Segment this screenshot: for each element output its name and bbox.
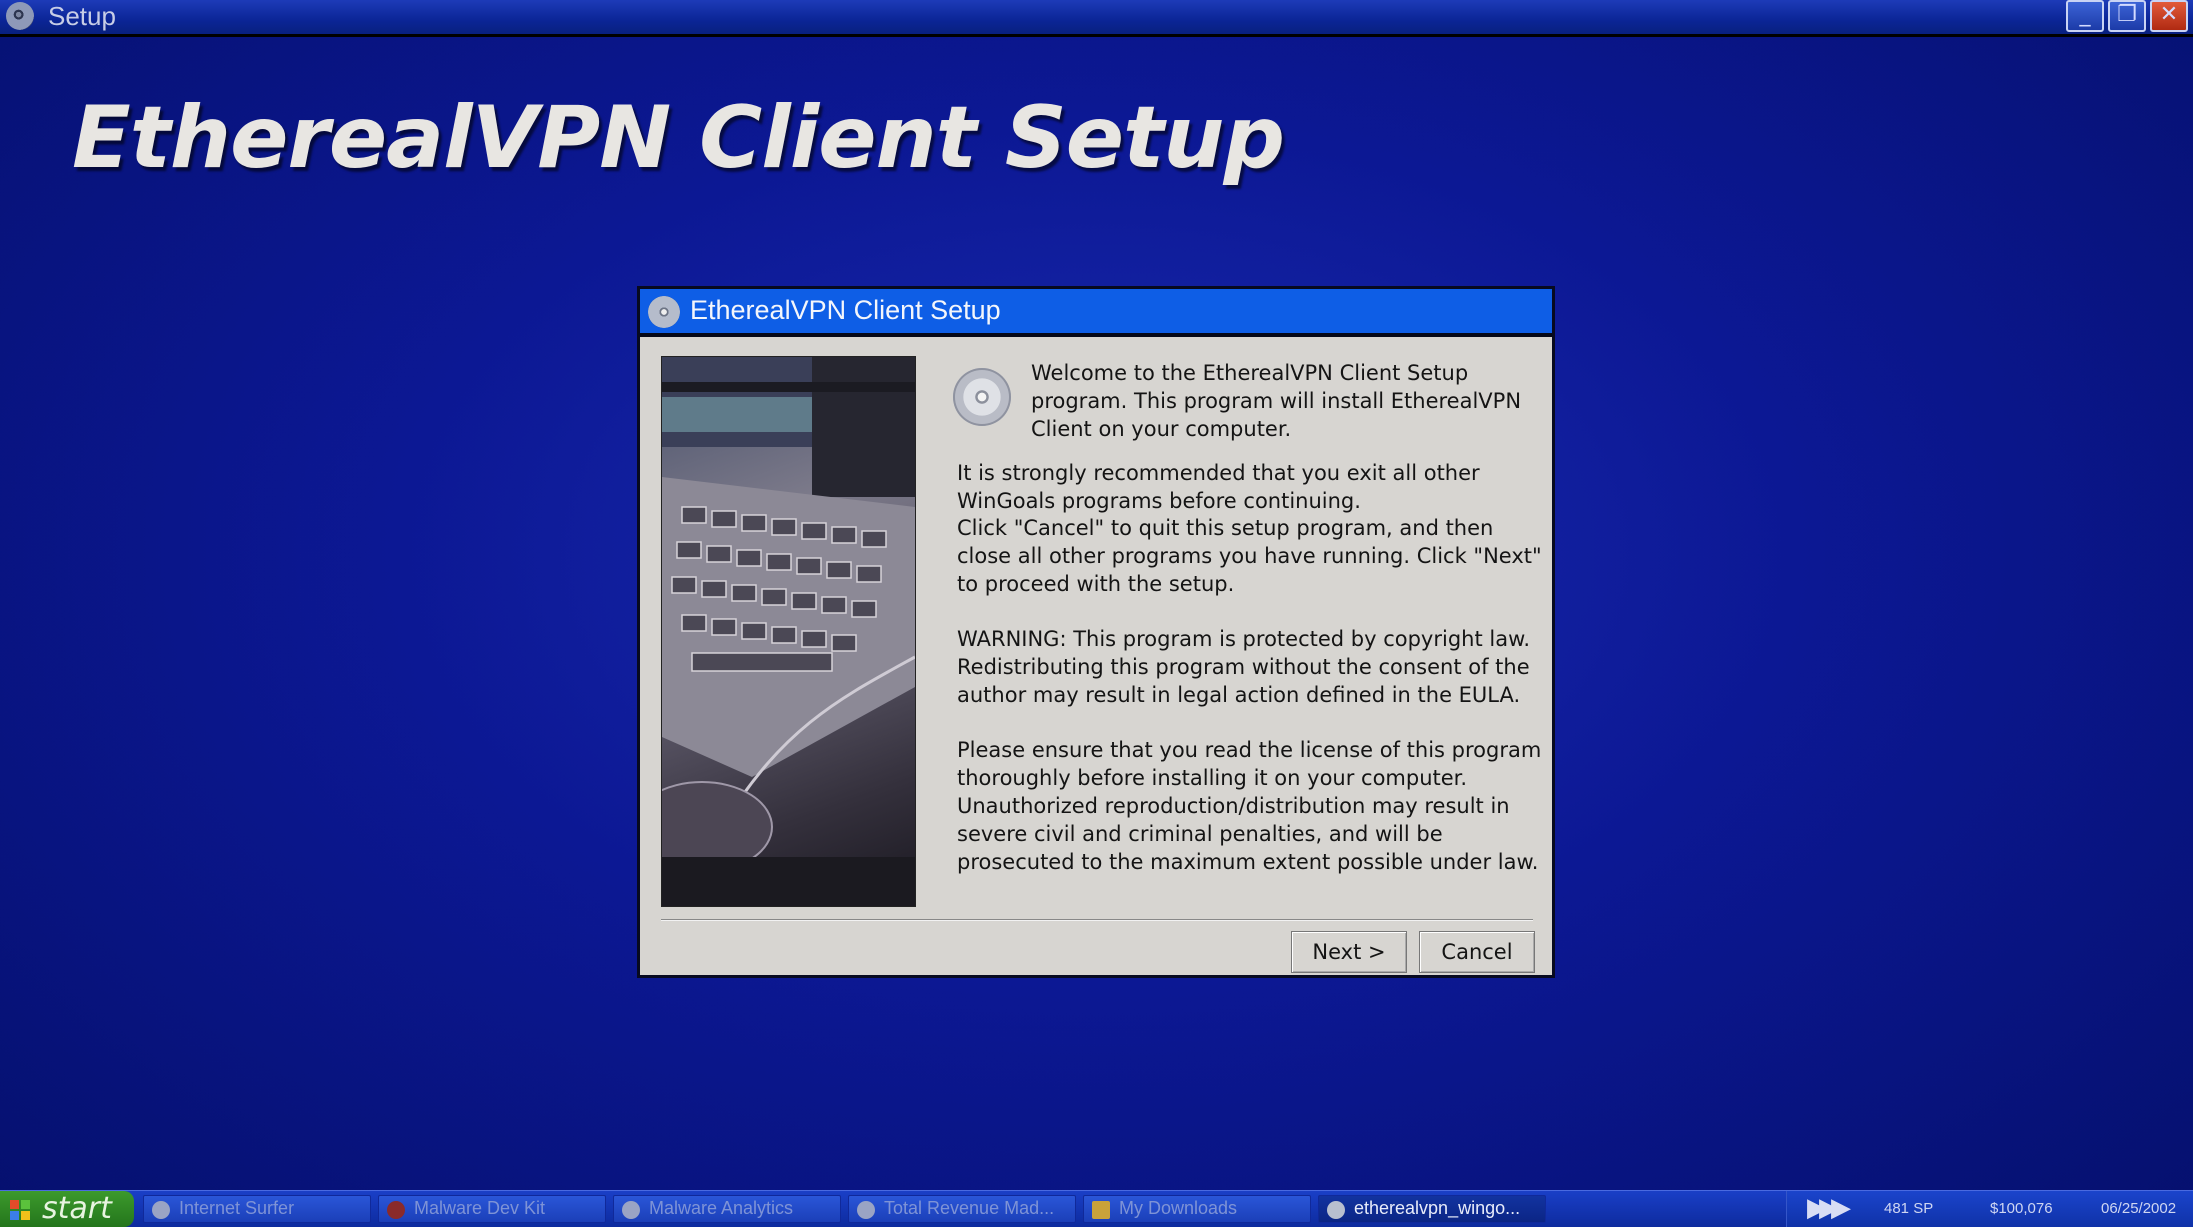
- fast-forward-icon[interactable]: ▶▶▶: [1807, 1193, 1851, 1223]
- taskbar-item-etherealvpn-setup[interactable]: etherealvpn_wingo...: [1318, 1195, 1546, 1223]
- taskbar-item-label: Malware Dev Kit: [414, 1198, 546, 1218]
- dialog-titlebar: EtherealVPN Client Setup: [640, 289, 1552, 337]
- date-readout: 06/25/2002: [2101, 1200, 2177, 1217]
- taskbar-item-label: Total Revenue Mad...: [884, 1198, 1055, 1218]
- recommendation-text: It is strongly recommended that you exit…: [957, 461, 1480, 513]
- windows-logo-icon: [10, 1200, 30, 1220]
- globe-icon: [152, 1201, 170, 1219]
- taskbar-item-my-downloads[interactable]: My Downloads: [1083, 1195, 1311, 1223]
- welcome-text: Welcome to the EtherealVPN Client Setup …: [1031, 361, 1522, 441]
- keyboard-illustration: [662, 357, 915, 906]
- system-tray: ▶▶▶ 481 SP $100,076 06/25/2002: [1786, 1191, 2193, 1227]
- setup-heading: EtherealVPN Client Setup: [72, 88, 1285, 188]
- taskbar: start Internet Surfer Malware Dev Kit Ma…: [0, 1190, 2193, 1227]
- taskbar-item-malware-analytics[interactable]: Malware Analytics: [613, 1195, 841, 1223]
- window-titlebar: Setup _ ❐ ✕: [0, 0, 2193, 37]
- button-divider: [661, 919, 1533, 921]
- dialog-cd-icon: [648, 296, 680, 328]
- dialog-title: EtherealVPN Client Setup: [690, 295, 1001, 325]
- bug-icon: [387, 1201, 405, 1219]
- minimize-button[interactable]: _: [2066, 0, 2104, 32]
- close-icon: ✕: [2159, 2, 2179, 27]
- next-button[interactable]: Next >: [1291, 931, 1407, 973]
- install-cd-icon: [953, 368, 1011, 426]
- taskbar-item-malware-dev-kit[interactable]: Malware Dev Kit: [378, 1195, 606, 1223]
- taskbar-item-label: etherealvpn_wingo...: [1354, 1198, 1521, 1218]
- taskbar-item-total-revenue[interactable]: Total Revenue Mad...: [848, 1195, 1076, 1223]
- gear-icon: [857, 1201, 875, 1219]
- license-text: Please ensure that you read the license …: [957, 738, 1542, 874]
- cd-icon: [1327, 1201, 1345, 1219]
- setup-dialog: EtherealVPN Client Setup Welcome to the …: [637, 286, 1555, 978]
- start-label: start: [42, 1191, 112, 1226]
- taskbar-item-label: Malware Analytics: [649, 1198, 794, 1218]
- warning-text: WARNING: This program is protected by co…: [957, 627, 1530, 707]
- folder-icon: [1092, 1201, 1110, 1219]
- maximize-button[interactable]: ❐: [2108, 0, 2146, 32]
- skill-points-readout: 481 SP: [1884, 1200, 1934, 1217]
- chart-icon: [622, 1201, 640, 1219]
- taskbar-item-internet-surfer[interactable]: Internet Surfer: [143, 1195, 371, 1223]
- close-button[interactable]: ✕: [2150, 0, 2188, 32]
- keyboard-image: [661, 356, 916, 907]
- window-title: Setup: [48, 1, 116, 31]
- taskbar-item-label: My Downloads: [1119, 1198, 1238, 1218]
- instructions-text: Click "Cancel" to quit this setup progra…: [957, 516, 1542, 596]
- cancel-button[interactable]: Cancel: [1419, 931, 1535, 973]
- start-button[interactable]: start: [0, 1191, 134, 1227]
- restore-icon: ❐: [2117, 2, 2137, 27]
- setup-app-icon: [6, 2, 34, 30]
- money-readout: $100,076: [1990, 1200, 2053, 1217]
- taskbar-item-label: Internet Surfer: [179, 1198, 295, 1218]
- minimize-icon: _: [2079, 2, 2091, 27]
